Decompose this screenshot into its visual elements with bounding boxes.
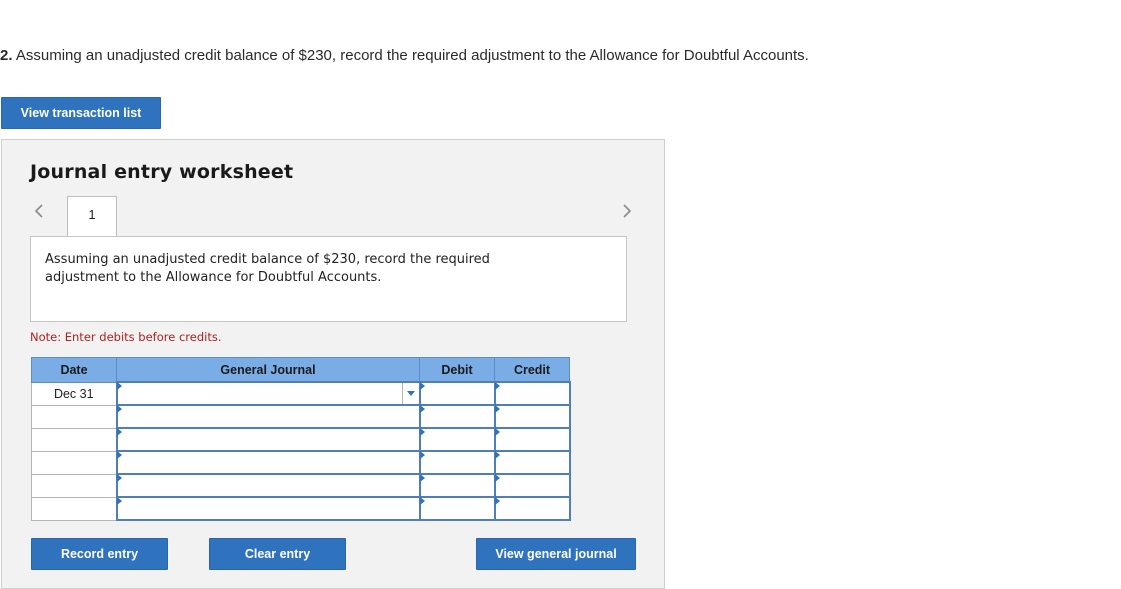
input-marker-icon	[116, 382, 122, 390]
account-select[interactable]	[115, 381, 421, 406]
input-marker-icon	[116, 428, 122, 436]
instruction-text: Assuming an unadjusted credit balance of…	[45, 252, 490, 285]
credit-input[interactable]	[493, 404, 571, 429]
input-marker-icon	[116, 497, 122, 505]
date-cell	[31, 450, 117, 475]
view-general-journal-button[interactable]: View general journal	[476, 538, 636, 570]
credit-input[interactable]	[493, 381, 571, 406]
input-marker-icon	[419, 497, 425, 505]
table-header-row: Date General Journal Debit Credit	[31, 357, 570, 383]
input-marker-icon	[116, 405, 122, 413]
account-select[interactable]	[115, 404, 421, 429]
worksheet-tab-1[interactable]: 1	[67, 196, 117, 238]
header-date: Date	[31, 357, 117, 383]
account-select[interactable]	[115, 496, 421, 521]
question-number: 2.	[0, 47, 13, 64]
dropdown-arrow-icon[interactable]	[401, 383, 419, 404]
credit-input[interactable]	[493, 450, 571, 475]
input-marker-icon	[494, 382, 500, 390]
date-cell	[31, 473, 117, 498]
tab-label: 1	[88, 207, 96, 222]
journal-table: Date General Journal Debit Credit Dec 31	[31, 357, 571, 521]
clear-entry-button[interactable]: Clear entry	[209, 538, 346, 570]
account-select[interactable]	[115, 473, 421, 498]
debit-input[interactable]	[418, 473, 496, 498]
previous-arrow-icon[interactable]	[31, 200, 47, 222]
view-transaction-list-button[interactable]: View transaction list	[1, 97, 161, 129]
input-marker-icon	[419, 474, 425, 482]
question-text: 2. Assuming an unadjusted credit balance…	[0, 47, 1110, 64]
journal-entry-worksheet-panel: Journal entry worksheet 1 Assuming an un…	[1, 139, 665, 589]
input-marker-icon	[419, 382, 425, 390]
table-row	[31, 496, 571, 521]
input-marker-icon	[419, 428, 425, 436]
credit-input[interactable]	[493, 496, 571, 521]
debit-input[interactable]	[418, 381, 496, 406]
input-marker-icon	[419, 451, 425, 459]
credit-input[interactable]	[493, 427, 571, 452]
input-marker-icon	[419, 405, 425, 413]
table-row: Dec 31	[31, 381, 571, 406]
input-marker-icon	[116, 451, 122, 459]
question-body: Assuming an unadjusted credit balance of…	[12, 47, 809, 64]
date-cell	[31, 496, 117, 521]
date-cell	[31, 427, 117, 452]
credit-input[interactable]	[493, 473, 571, 498]
debit-input[interactable]	[418, 450, 496, 475]
input-marker-icon	[116, 474, 122, 482]
header-credit: Credit	[494, 357, 570, 383]
input-marker-icon	[494, 497, 500, 505]
input-marker-icon	[494, 474, 500, 482]
table-row	[31, 450, 571, 475]
table-row	[31, 404, 571, 429]
date-cell: Dec 31	[31, 381, 117, 406]
account-select[interactable]	[115, 427, 421, 452]
next-arrow-icon[interactable]	[619, 200, 635, 222]
record-entry-button[interactable]: Record entry	[31, 538, 168, 570]
debit-input[interactable]	[418, 496, 496, 521]
account-select[interactable]	[115, 450, 421, 475]
instruction-box: Assuming an unadjusted credit balance of…	[30, 236, 627, 322]
debit-input[interactable]	[418, 404, 496, 429]
header-general-journal: General Journal	[116, 357, 420, 383]
date-cell	[31, 404, 117, 429]
input-marker-icon	[494, 405, 500, 413]
worksheet-title: Journal entry worksheet	[30, 161, 294, 183]
debit-input[interactable]	[418, 427, 496, 452]
header-debit: Debit	[419, 357, 495, 383]
table-row	[31, 473, 571, 498]
input-marker-icon	[494, 451, 500, 459]
input-marker-icon	[494, 428, 500, 436]
entry-note: Note: Enter debits before credits.	[30, 330, 222, 344]
table-row	[31, 427, 571, 452]
